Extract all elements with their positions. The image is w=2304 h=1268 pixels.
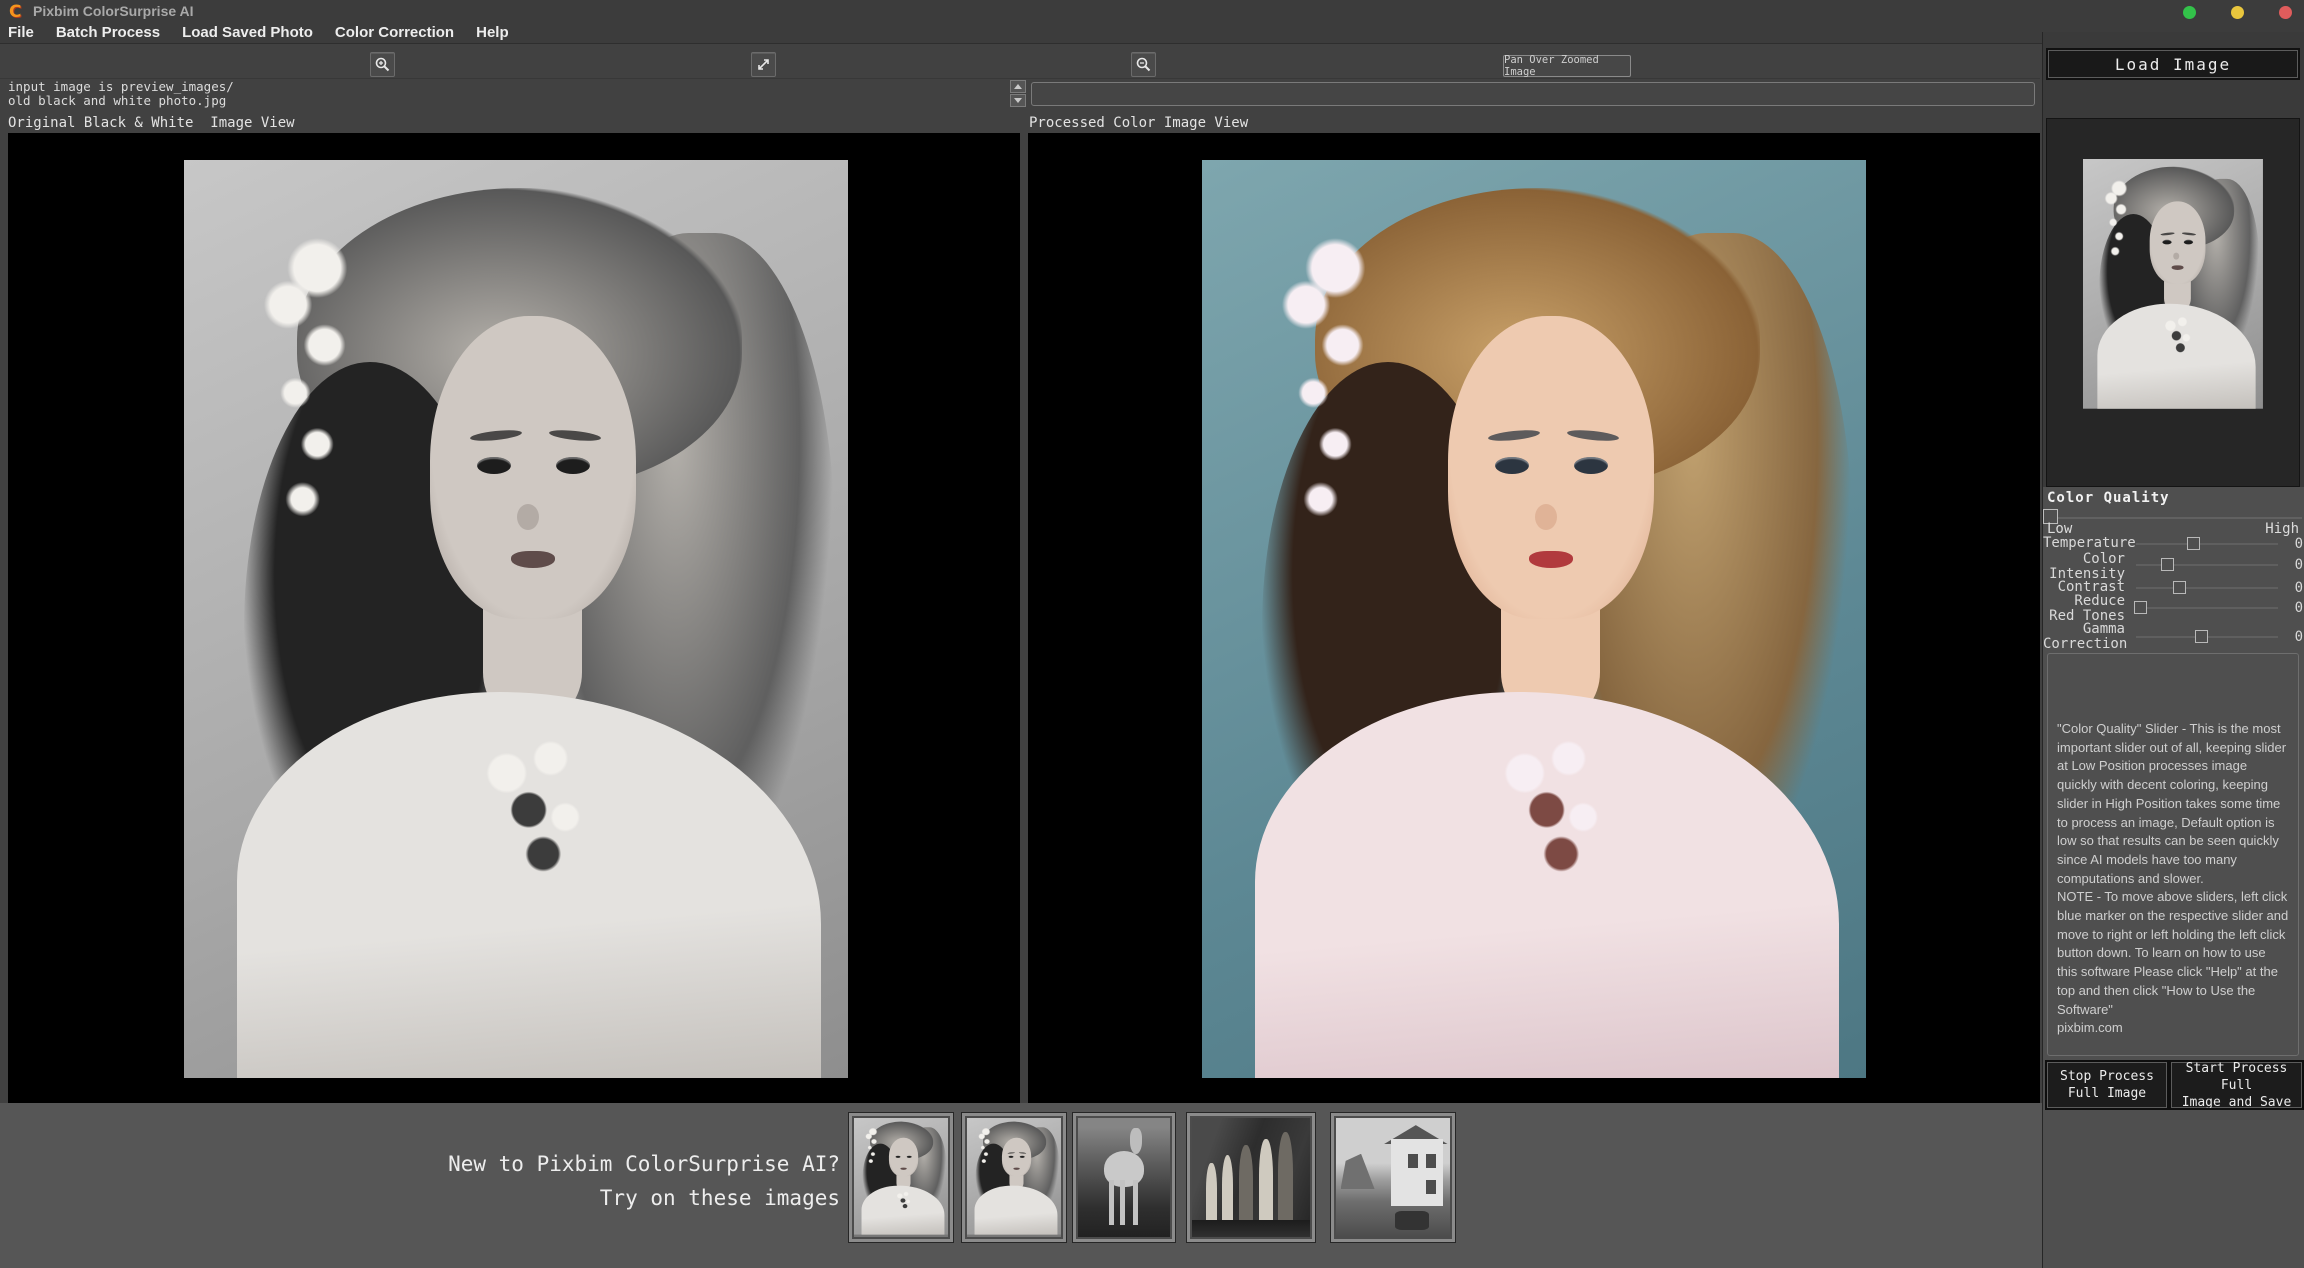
- slider-handle[interactable]: [2186, 537, 2200, 550]
- slider-label: Reduce Red Tones: [2049, 593, 2125, 624]
- slider-value: 0: [2294, 600, 2303, 616]
- zoom-in-button[interactable]: [370, 52, 395, 77]
- load-image-button[interactable]: Load Image: [2046, 48, 2300, 80]
- menu-bar: File Batch Process Load Saved Photo Colo…: [0, 22, 2304, 44]
- loaded-image-preview-panel: [2046, 118, 2300, 487]
- sample-image-farm-house[interactable]: [1330, 1112, 1456, 1243]
- slider-handle[interactable]: [2134, 601, 2148, 614]
- diagonal-resize-arrows-icon: [755, 56, 772, 73]
- menu-batch-process[interactable]: Batch Process: [56, 24, 160, 41]
- slider-track[interactable]: [2136, 537, 2278, 550]
- processed-color-photo: [1202, 160, 1866, 1078]
- slider-row-temperature: Temperature 0: [2043, 535, 2304, 553]
- promo-line2: Try on these images: [599, 1186, 840, 1210]
- color-quality-title: Color Quality: [2047, 490, 2170, 506]
- magnifier-minus-icon: [1135, 56, 1152, 73]
- sample-image-woman-portrait[interactable]: [848, 1112, 954, 1243]
- scroll-down-button[interactable]: [1010, 94, 1026, 107]
- arrow-up-icon: [1014, 84, 1022, 89]
- menu-color-correction[interactable]: Color Correction: [335, 24, 454, 41]
- slider-track[interactable]: [2136, 558, 2278, 571]
- status-message: input image is preview_images/ old black…: [8, 80, 1008, 109]
- menu-load-saved-photo[interactable]: Load Saved Photo: [182, 24, 313, 41]
- sidebar: Load Image Color Quality Low High Temper…: [2042, 32, 2304, 1268]
- slider-row-color-intensity: Color Intensity 0: [2043, 552, 2304, 582]
- window-button-red[interactable]: [2279, 6, 2292, 19]
- sample-image-girl-portrait[interactable]: [961, 1112, 1067, 1243]
- stop-process-button[interactable]: Stop Process Full Image: [2045, 1060, 2169, 1110]
- menu-help[interactable]: Help: [476, 24, 509, 41]
- slider-value: 0: [2294, 629, 2303, 645]
- sample-image-deer[interactable]: [1072, 1112, 1176, 1243]
- start-process-button[interactable]: Start Process Full Image and Save: [2169, 1060, 2304, 1110]
- slider-value: 0: [2294, 557, 2303, 573]
- slider-value: 0: [2294, 536, 2303, 552]
- footer: New to Pixbim ColorSurprise AI? Try on t…: [0, 1103, 2304, 1268]
- status-message-line1: input image is preview_images/: [8, 80, 234, 94]
- scroll-up-button[interactable]: [1010, 80, 1026, 93]
- original-image-view[interactable]: [8, 133, 1020, 1103]
- app-title: Pixbim ColorSurprise AI: [33, 3, 194, 19]
- slider-handle[interactable]: [2172, 581, 2186, 594]
- status-message-line2: old black and white photo.jpg: [8, 93, 227, 108]
- window-controls: [2183, 6, 2292, 19]
- high-label: High: [2265, 521, 2299, 537]
- app-logo-icon: C: [9, 2, 22, 22]
- slider-track[interactable]: [2136, 630, 2278, 643]
- original-bw-photo: [184, 160, 848, 1078]
- output-path-input[interactable]: [1031, 82, 2035, 106]
- slider-label: Gamma Correction: [2043, 621, 2128, 652]
- slider-label: Color Intensity: [2049, 551, 2125, 582]
- app-window: C Pixbim ColorSurprise AI File Batch Pro…: [0, 0, 2304, 1268]
- sample-image-family-group[interactable]: [1186, 1112, 1316, 1243]
- slider-label: Temperature: [2043, 535, 2136, 551]
- slider-track[interactable]: [2136, 581, 2278, 594]
- zoom-out-button[interactable]: [1131, 52, 1156, 77]
- loaded-image-thumbnail[interactable]: [2083, 159, 2263, 409]
- original-view-label: Original Black & White Image View: [8, 115, 295, 131]
- color-quality-slider-track[interactable]: [2046, 517, 2302, 519]
- message-scrollbar: [1010, 80, 1026, 109]
- toolbar: Pan Over Zoomed Image: [0, 45, 2040, 79]
- magnifier-plus-icon: [374, 56, 391, 73]
- slider-handle[interactable]: [2161, 558, 2175, 571]
- processed-view-label: Processed Color Image View: [1029, 115, 1249, 131]
- arrow-down-icon: [1014, 98, 1022, 103]
- pan-over-zoomed-image-button[interactable]: Pan Over Zoomed Image: [1503, 54, 1631, 78]
- slider-track[interactable]: [2134, 601, 2278, 614]
- promo-text: New to Pixbim ColorSurprise AI? Try on t…: [448, 1147, 840, 1215]
- title-bar: C Pixbim ColorSurprise AI: [0, 0, 2304, 23]
- menu-file[interactable]: File: [8, 24, 34, 41]
- slider-handle[interactable]: [2195, 630, 2209, 643]
- fit-expand-button[interactable]: [751, 52, 776, 77]
- window-button-yellow[interactable]: [2231, 6, 2244, 19]
- processed-image-view[interactable]: [1028, 133, 2040, 1103]
- promo-line1: New to Pixbim ColorSurprise AI?: [448, 1152, 840, 1176]
- window-button-green[interactable]: [2183, 6, 2196, 19]
- help-text: "Color Quality" Slider - This is the mos…: [2047, 653, 2299, 1056]
- slider-row-reduce-red-tones: Reduce Red Tones 0: [2043, 594, 2304, 624]
- slider-row-gamma-correction: Gamma Correction 0: [2043, 622, 2304, 652]
